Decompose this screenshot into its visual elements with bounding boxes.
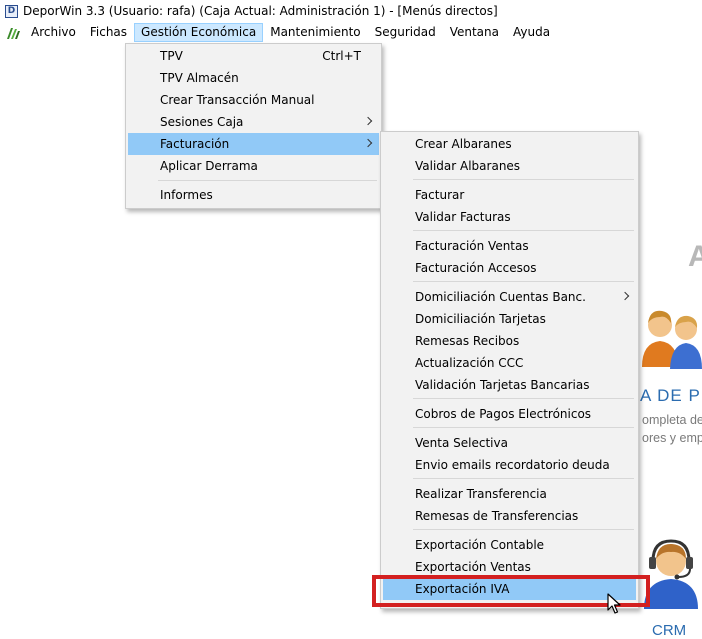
chevron-right-icon (363, 116, 373, 126)
menu-separator (413, 179, 634, 180)
menu-item-label: Facturar (415, 188, 465, 202)
menu-item-facturacion-ventas[interactable]: Facturación Ventas (383, 235, 636, 257)
gestion-economica-menu: TPV Ctrl+T TPV Almacén Crear Transacción… (125, 43, 382, 209)
menu-item-tpv[interactable]: TPV Ctrl+T (128, 45, 379, 67)
window-title: DeporWin 3.3 (Usuario: rafa) (Caja Actua… (23, 4, 498, 18)
menu-separator (413, 398, 634, 399)
menu-separator (413, 478, 634, 479)
crm-label[interactable]: CRM (652, 622, 686, 639)
menu-item-label: Informes (160, 188, 213, 202)
menu-item-label: Facturación (160, 137, 230, 151)
menu-item-label: Domiciliación Cuentas Banc. (415, 290, 586, 304)
menu-item-facturacion[interactable]: Facturación (128, 133, 379, 155)
menu-item-validacion-tarjetas-bancarias[interactable]: Validación Tarjetas Bancarias (383, 374, 636, 396)
menu-item-envio-emails-recordatorio[interactable]: Envio emails recordatorio deuda (383, 454, 636, 476)
people-icon[interactable] (638, 305, 702, 371)
menu-item-label: Remesas de Transferencias (415, 509, 579, 523)
menu-item-label: Domiciliación Tarjetas (415, 312, 546, 326)
menu-separator (413, 529, 634, 530)
menu-separator (413, 427, 634, 428)
menu-item-label: Venta Selectiva (415, 436, 508, 450)
menu-item-label: Crear Albaranes (415, 137, 512, 151)
shortcut-label: Ctrl+T (322, 49, 361, 63)
menu-item-label: TPV Almacén (160, 71, 239, 85)
chevron-right-icon (620, 291, 630, 301)
menu-ayuda[interactable]: Ayuda (506, 23, 557, 42)
menu-item-label: Realizar Transferencia (415, 487, 547, 501)
section-title: A DE PE (640, 386, 702, 405)
menu-item-facturacion-accesos[interactable]: Facturación Accesos (383, 257, 636, 279)
chevron-right-icon (363, 138, 373, 148)
menu-separator (158, 180, 377, 181)
menu-item-domiciliacion-cuentas-banc[interactable]: Domiciliación Cuentas Banc. (383, 286, 636, 308)
menu-separator (413, 281, 634, 282)
menu-ventana[interactable]: Ventana (443, 23, 506, 42)
menu-item-informes[interactable]: Informes (128, 184, 379, 206)
menu-item-label: Crear Transacción Manual (160, 93, 315, 107)
menu-item-label: Actualización CCC (415, 356, 524, 370)
menu-item-label: Sesiones Caja (160, 115, 244, 129)
menu-item-actualizacion-ccc[interactable]: Actualización CCC (383, 352, 636, 374)
menu-item-venta-selectiva[interactable]: Venta Selectiva (383, 432, 636, 454)
menu-item-remesas-transferencias[interactable]: Remesas de Transferencias (383, 505, 636, 527)
menu-item-realizar-transferencia[interactable]: Realizar Transferencia (383, 483, 636, 505)
menu-item-label: Validar Facturas (415, 210, 511, 224)
menu-item-exportacion-contable[interactable]: Exportación Contable (383, 534, 636, 556)
section-description: ompleta de ores y emp (642, 411, 702, 447)
menu-item-validar-albaranes[interactable]: Validar Albaranes (383, 155, 636, 177)
menu-item-label: TPV (160, 49, 183, 63)
menu-item-crear-albaranes[interactable]: Crear Albaranes (383, 133, 636, 155)
menu-seguridad[interactable]: Seguridad (368, 23, 443, 42)
menu-item-crear-transaccion-manual[interactable]: Crear Transacción Manual (128, 89, 379, 111)
menu-item-label: Envio emails recordatorio deuda (415, 458, 610, 472)
menu-item-label: Validación Tarjetas Bancarias (415, 378, 590, 392)
title-bar: D DeporWin 3.3 (Usuario: rafa) (Caja Act… (0, 0, 702, 22)
section-description-line-1: ompleta de (642, 413, 702, 427)
menu-separator (413, 230, 634, 231)
section-description-line-2: ores y emp (642, 431, 702, 445)
menu-fichas[interactable]: Fichas (83, 23, 134, 42)
mouse-cursor-icon (607, 593, 621, 614)
menu-item-facturar[interactable]: Facturar (383, 184, 636, 206)
menu-item-remesas-recibos[interactable]: Remesas Recibos (383, 330, 636, 352)
menu-item-label: Facturación Ventas (415, 239, 529, 253)
menu-item-label: Exportación Contable (415, 538, 545, 552)
menu-item-label: Aplicar Derrama (160, 159, 258, 173)
menu-archivo[interactable]: Archivo (24, 23, 83, 42)
menu-item-aplicar-derrama[interactable]: Aplicar Derrama (128, 155, 379, 177)
menu-item-validar-facturas[interactable]: Validar Facturas (383, 206, 636, 228)
facturacion-submenu: Crear Albaranes Validar Albaranes Factur… (380, 131, 639, 609)
menu-item-domiciliacion-tarjetas[interactable]: Domiciliación Tarjetas (383, 308, 636, 330)
menu-item-label: Remesas Recibos (415, 334, 520, 348)
app-icon[interactable]: D (5, 4, 18, 18)
menu-item-label: Cobros de Pagos Electrónicos (415, 407, 592, 421)
app-logo-icon[interactable] (5, 25, 21, 41)
background-heading-letter: A (688, 240, 702, 273)
menu-mantenimiento[interactable]: Mantenimiento (263, 23, 367, 42)
menu-item-label: Facturación Accesos (415, 261, 537, 275)
menu-gestion-economica[interactable]: Gestión Económica (134, 23, 264, 42)
menu-item-cobros-pagos-electronicos[interactable]: Cobros de Pagos Electrónicos (383, 403, 636, 425)
menu-item-tpv-almacen[interactable]: TPV Almacén (128, 67, 379, 89)
menu-bar: Archivo Fichas Gestión Económica Manteni… (0, 22, 702, 43)
menu-item-label: Validar Albaranes (415, 159, 521, 173)
menu-item-sesiones-caja[interactable]: Sesiones Caja (128, 111, 379, 133)
